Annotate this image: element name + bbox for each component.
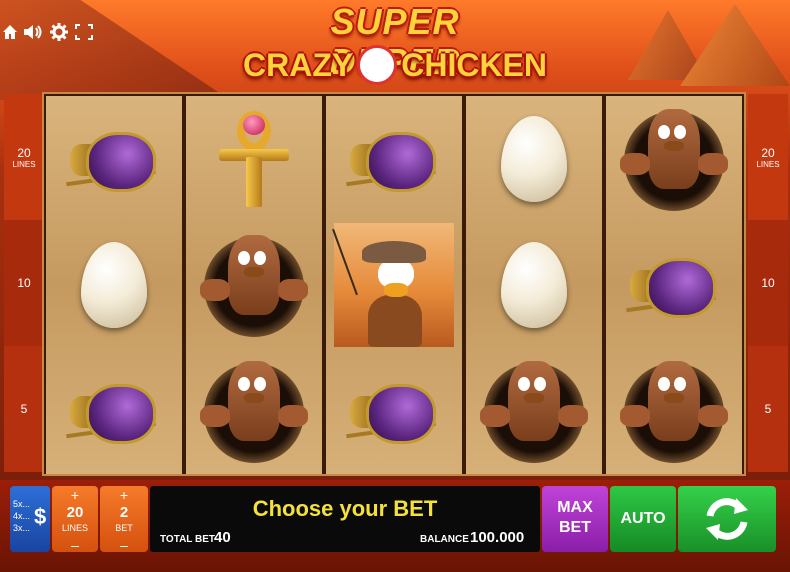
line-marker-value: 5 (764, 402, 772, 416)
reel-cell (466, 96, 602, 222)
scarab-symbol (626, 250, 722, 320)
wild-chicken-symbol (332, 223, 454, 347)
total-bet-value: 40 (214, 529, 231, 546)
reel-2 (186, 96, 322, 474)
denom-option: 5x... (13, 499, 31, 509)
egg-symbol (501, 116, 567, 202)
line-marker-10[interactable]: 10 (4, 220, 44, 346)
reel-cell (606, 348, 742, 474)
lines-value: 20 (66, 504, 84, 521)
logo-title-top: SUPER DUPER (329, 1, 460, 82)
bet-minus-button[interactable]: – (100, 538, 148, 552)
reel-cell (186, 96, 322, 222)
chicken-hole-symbol (194, 229, 314, 341)
line-marker-value: 20 (761, 145, 775, 160)
status-message: Choose your BET (252, 496, 438, 521)
total-bet-label: TOTAL BET (160, 534, 215, 545)
denom-option: 4x... (13, 511, 31, 521)
chicken-head-icon (357, 44, 398, 85)
line-marker-value: 5 (20, 402, 28, 416)
lines-indicator-right: 20 LINES 10 5 (748, 94, 788, 472)
reel-cell (46, 96, 182, 222)
line-marker-20[interactable]: 20 LINES (748, 94, 788, 220)
lines-stepper[interactable]: + 20 LINES – (52, 486, 98, 552)
line-marker-20[interactable]: 20 LINES (4, 94, 44, 220)
line-marker-value: 20 (17, 145, 31, 160)
lines-minus-button[interactable]: – (52, 538, 98, 552)
max-bet-label-line2: BET (559, 519, 591, 536)
dollar-icon: $ (34, 504, 47, 529)
bet-label: BET (115, 523, 133, 533)
reel-cell (466, 348, 602, 474)
scarab-symbol (66, 124, 162, 194)
denomination-button[interactable]: 5x... 4x... 3x... $ (10, 486, 50, 552)
max-bet-label-line1: MAX (557, 499, 593, 516)
logo-word-chicken: CHICKEN (401, 47, 547, 83)
scarab-symbol (346, 376, 442, 446)
bet-stepper[interactable]: + 2 BET – (100, 486, 148, 552)
reel-cell (606, 96, 742, 222)
reel-3 (326, 96, 462, 474)
reel-1 (46, 96, 182, 474)
egg-symbol (501, 242, 567, 328)
info-panel: Choose your BET TOTAL BET 40 BALANCE 100… (150, 486, 540, 552)
balance-value: 100.000 (470, 529, 525, 546)
line-marker-label: LINES (756, 159, 780, 169)
reel-cell (46, 222, 182, 348)
line-marker-label: LINES (12, 159, 36, 169)
scarab-symbol (346, 124, 442, 194)
reel-4 (466, 96, 602, 474)
line-marker-value: 10 (17, 276, 31, 290)
line-marker-10[interactable]: 10 (748, 220, 788, 346)
max-bet-button[interactable]: MAX BET (542, 486, 608, 552)
gear-icon[interactable] (48, 20, 70, 44)
chicken-hole-symbol (474, 355, 594, 467)
reel-cell (326, 96, 462, 222)
reel-cell (326, 222, 462, 348)
scarab-symbol (66, 376, 162, 446)
reel-cell (606, 222, 742, 348)
bet-value: 2 (119, 504, 129, 521)
sound-icon[interactable] (22, 20, 44, 44)
reel-cell (186, 348, 322, 474)
reel-5 (606, 96, 742, 474)
spin-button[interactable] (678, 486, 776, 552)
lines-label: LINES (61, 523, 88, 533)
reel-cell (326, 348, 462, 474)
auto-play-button[interactable]: AUTO (610, 486, 676, 552)
balance-label: BALANCE (420, 534, 469, 545)
denom-options: 5x... 4x... 3x... (13, 498, 30, 534)
reels-frame (42, 92, 746, 476)
lines-plus-button[interactable]: + (52, 488, 98, 502)
ankh-symbol (219, 111, 289, 207)
egg-symbol (81, 242, 147, 328)
lines-indicator-left: 20 LINES 10 5 (4, 94, 44, 472)
reel-cell (46, 348, 182, 474)
line-marker-5[interactable]: 5 (4, 346, 44, 472)
fullscreen-icon[interactable] (73, 20, 95, 44)
chicken-hole-symbol (614, 355, 734, 467)
line-marker-value: 10 (761, 276, 775, 290)
reel-cell (466, 222, 602, 348)
logo-title-bottom: CRAZY CHICKEN (230, 44, 560, 85)
reel-cell (186, 222, 322, 348)
denom-option: 3x... (13, 523, 31, 533)
bet-plus-button[interactable]: + (100, 488, 148, 502)
chicken-hole-symbol (194, 355, 314, 467)
logo-word-crazy: CRAZY (243, 47, 354, 83)
game-logo: SUPER DUPER CRAZY CHICKEN (230, 2, 560, 86)
refresh-icon (706, 498, 748, 540)
home-icon[interactable] (0, 20, 20, 44)
line-marker-5[interactable]: 5 (748, 346, 788, 472)
chicken-hole-symbol (614, 103, 734, 215)
